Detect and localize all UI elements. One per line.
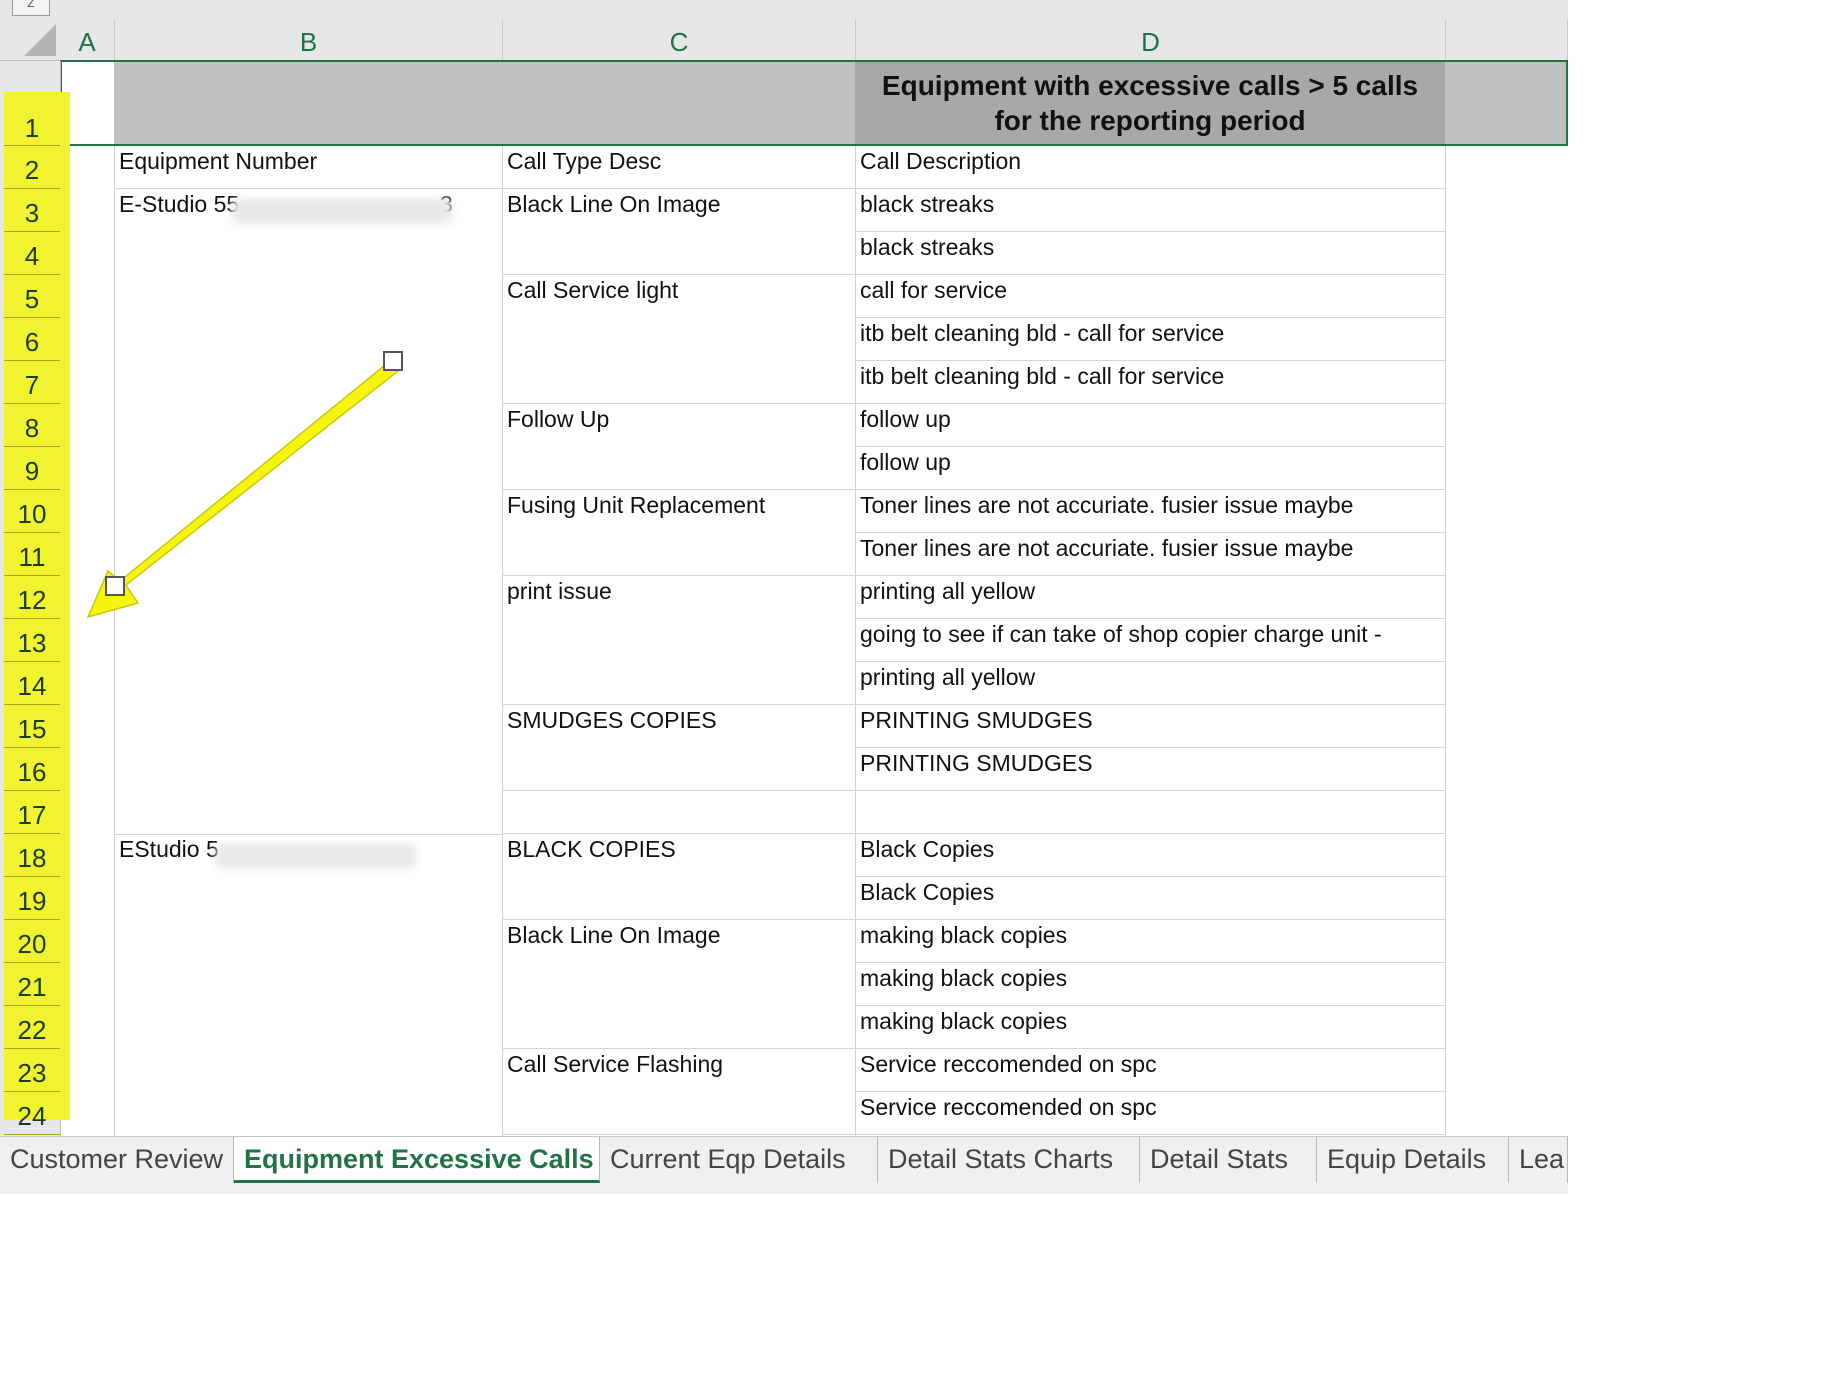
call-description-cell[interactable]: follow up	[855, 447, 1445, 490]
column-header-a[interactable]: A	[60, 20, 115, 60]
call-description-cell[interactable]: PRINTING SMUDGES	[855, 705, 1445, 748]
call-description-cell[interactable]: itb belt cleaning bld - call for service	[855, 318, 1445, 361]
call-description-cell[interactable]: printing all yellow	[855, 662, 1445, 705]
call-description-cell[interactable]: Toner lines are not accuriate. fusier is…	[855, 490, 1445, 533]
call-description-cell[interactable]: Service reccomended on spc	[855, 1049, 1445, 1092]
call-description-cell[interactable]: printing all yellow	[855, 576, 1445, 619]
call-type-cell[interactable]: print issue	[502, 576, 855, 619]
row-header-15[interactable]: 15	[4, 705, 60, 748]
sheet-tab[interactable]: Current Eqp Details	[600, 1137, 878, 1183]
column-header-c[interactable]: C	[503, 20, 856, 60]
row-header-6[interactable]: 6	[4, 318, 60, 361]
call-type-cell[interactable]: Fusing Unit Replacement	[502, 490, 855, 533]
row-header-19[interactable]: 19	[4, 877, 60, 920]
row-header-7[interactable]: 7	[4, 361, 60, 404]
call-description-cell[interactable]: itb belt cleaning bld - call for service	[855, 361, 1445, 404]
call-type-cell[interactable]: Follow Up	[502, 404, 855, 447]
sheet-tab[interactable]: Customer Review	[0, 1137, 234, 1183]
call-description-cell[interactable]: Toner lines are not accuriate. fusier is…	[855, 533, 1445, 576]
call-description-cell[interactable]: making black copies	[855, 963, 1445, 1006]
row-header-9[interactable]: 9	[4, 447, 60, 490]
top-strip	[0, 0, 1568, 20]
call-type-bottom-border	[502, 790, 855, 791]
call-description-cell[interactable]	[855, 791, 1445, 834]
row-header-23[interactable]: 23	[4, 1049, 60, 1092]
call-description-cell[interactable]: making black copies	[855, 1006, 1445, 1049]
column-header-e[interactable]	[1446, 20, 1568, 60]
header-call-description[interactable]: Call Description	[855, 146, 1445, 189]
call-type-bottom-border	[502, 1134, 855, 1135]
call-description-cell[interactable]: black streaks	[855, 232, 1445, 275]
row-header-14[interactable]: 14	[4, 662, 60, 705]
sheet-tab[interactable]: Detail Stats	[1140, 1137, 1317, 1183]
row-header-10[interactable]: 10	[4, 490, 60, 533]
arrow-end-handle	[105, 576, 125, 596]
call-type-bottom-border	[502, 833, 855, 834]
description-bottom-border	[855, 1134, 1445, 1135]
equipment-separator	[114, 834, 502, 835]
call-type-cell[interactable]: BLACK COPIES	[502, 834, 855, 877]
call-type-cell[interactable]: Call Service Flashing	[502, 1049, 855, 1092]
call-description-cell[interactable]: making black copies	[855, 920, 1445, 963]
sheet-tab[interactable]: Equip Details	[1317, 1137, 1509, 1183]
row-header-21[interactable]: 21	[4, 963, 60, 1006]
call-description-cell[interactable]: Black Copies	[855, 834, 1445, 877]
row-header-8[interactable]: 8	[4, 404, 60, 447]
arrow-start-handle	[383, 351, 403, 371]
row-header-24[interactable]: 24	[4, 1092, 60, 1135]
column-header-b[interactable]: B	[115, 20, 503, 60]
row-header-20[interactable]: 20	[4, 920, 60, 963]
arrow-body	[86, 359, 400, 619]
name-box-stub[interactable]: Z	[12, 0, 50, 16]
row-header-22[interactable]: 22	[4, 1006, 60, 1049]
header-call-type-desc[interactable]: Call Type Desc	[502, 146, 855, 189]
row-header-3[interactable]: 3	[4, 189, 60, 232]
annotation-arrow	[86, 351, 403, 619]
redacted-blur	[232, 198, 452, 224]
call-description-cell[interactable]: going to see if can take of shop copier …	[855, 619, 1445, 662]
row-header-17[interactable]: 17	[4, 791, 60, 834]
column-header-d[interactable]: D	[856, 20, 1446, 60]
call-description-cell[interactable]: follow up	[855, 404, 1445, 447]
row-header-4[interactable]: 4	[4, 232, 60, 275]
call-description-cell[interactable]: PRINTING SMUDGES	[855, 748, 1445, 791]
row-header-12[interactable]: 12	[4, 576, 60, 619]
call-description-cell[interactable]: Black Copies	[855, 877, 1445, 920]
row-header-16[interactable]: 16	[4, 748, 60, 791]
select-all-corner[interactable]	[0, 20, 60, 60]
call-description-cell[interactable]: call for service	[855, 275, 1445, 318]
col-b-left-border	[114, 146, 115, 1136]
row-header-2[interactable]: 2	[4, 146, 60, 189]
sheet-tab[interactable]: Lea	[1509, 1137, 1568, 1183]
col-d-right-border	[1445, 146, 1446, 1136]
call-description-cell[interactable]: black streaks	[855, 189, 1445, 232]
row-header-13[interactable]: 13	[4, 619, 60, 662]
sheet-tab[interactable]: Detail Stats Charts	[878, 1137, 1140, 1183]
row-header-18[interactable]: 18	[4, 834, 60, 877]
row-header-1[interactable]: 1	[4, 106, 60, 146]
row-header-5[interactable]: 5	[4, 275, 60, 318]
selection-outline	[60, 60, 1568, 146]
sheet-tab[interactable]: Equipment Excessive Calls	[234, 1137, 600, 1183]
call-type-cell[interactable]: Black Line On Image	[502, 920, 855, 963]
row-header-11[interactable]: 11	[4, 533, 60, 576]
call-type-cell[interactable]: Call Service light	[502, 275, 855, 318]
call-type-cell[interactable]: Black Line On Image	[502, 189, 855, 232]
redacted-blur	[216, 843, 416, 869]
call-description-cell[interactable]: Service reccomended on spc	[855, 1092, 1445, 1135]
header-equipment-number[interactable]: Equipment Number	[114, 146, 502, 189]
call-type-cell[interactable]: SMUDGES COPIES	[502, 705, 855, 748]
